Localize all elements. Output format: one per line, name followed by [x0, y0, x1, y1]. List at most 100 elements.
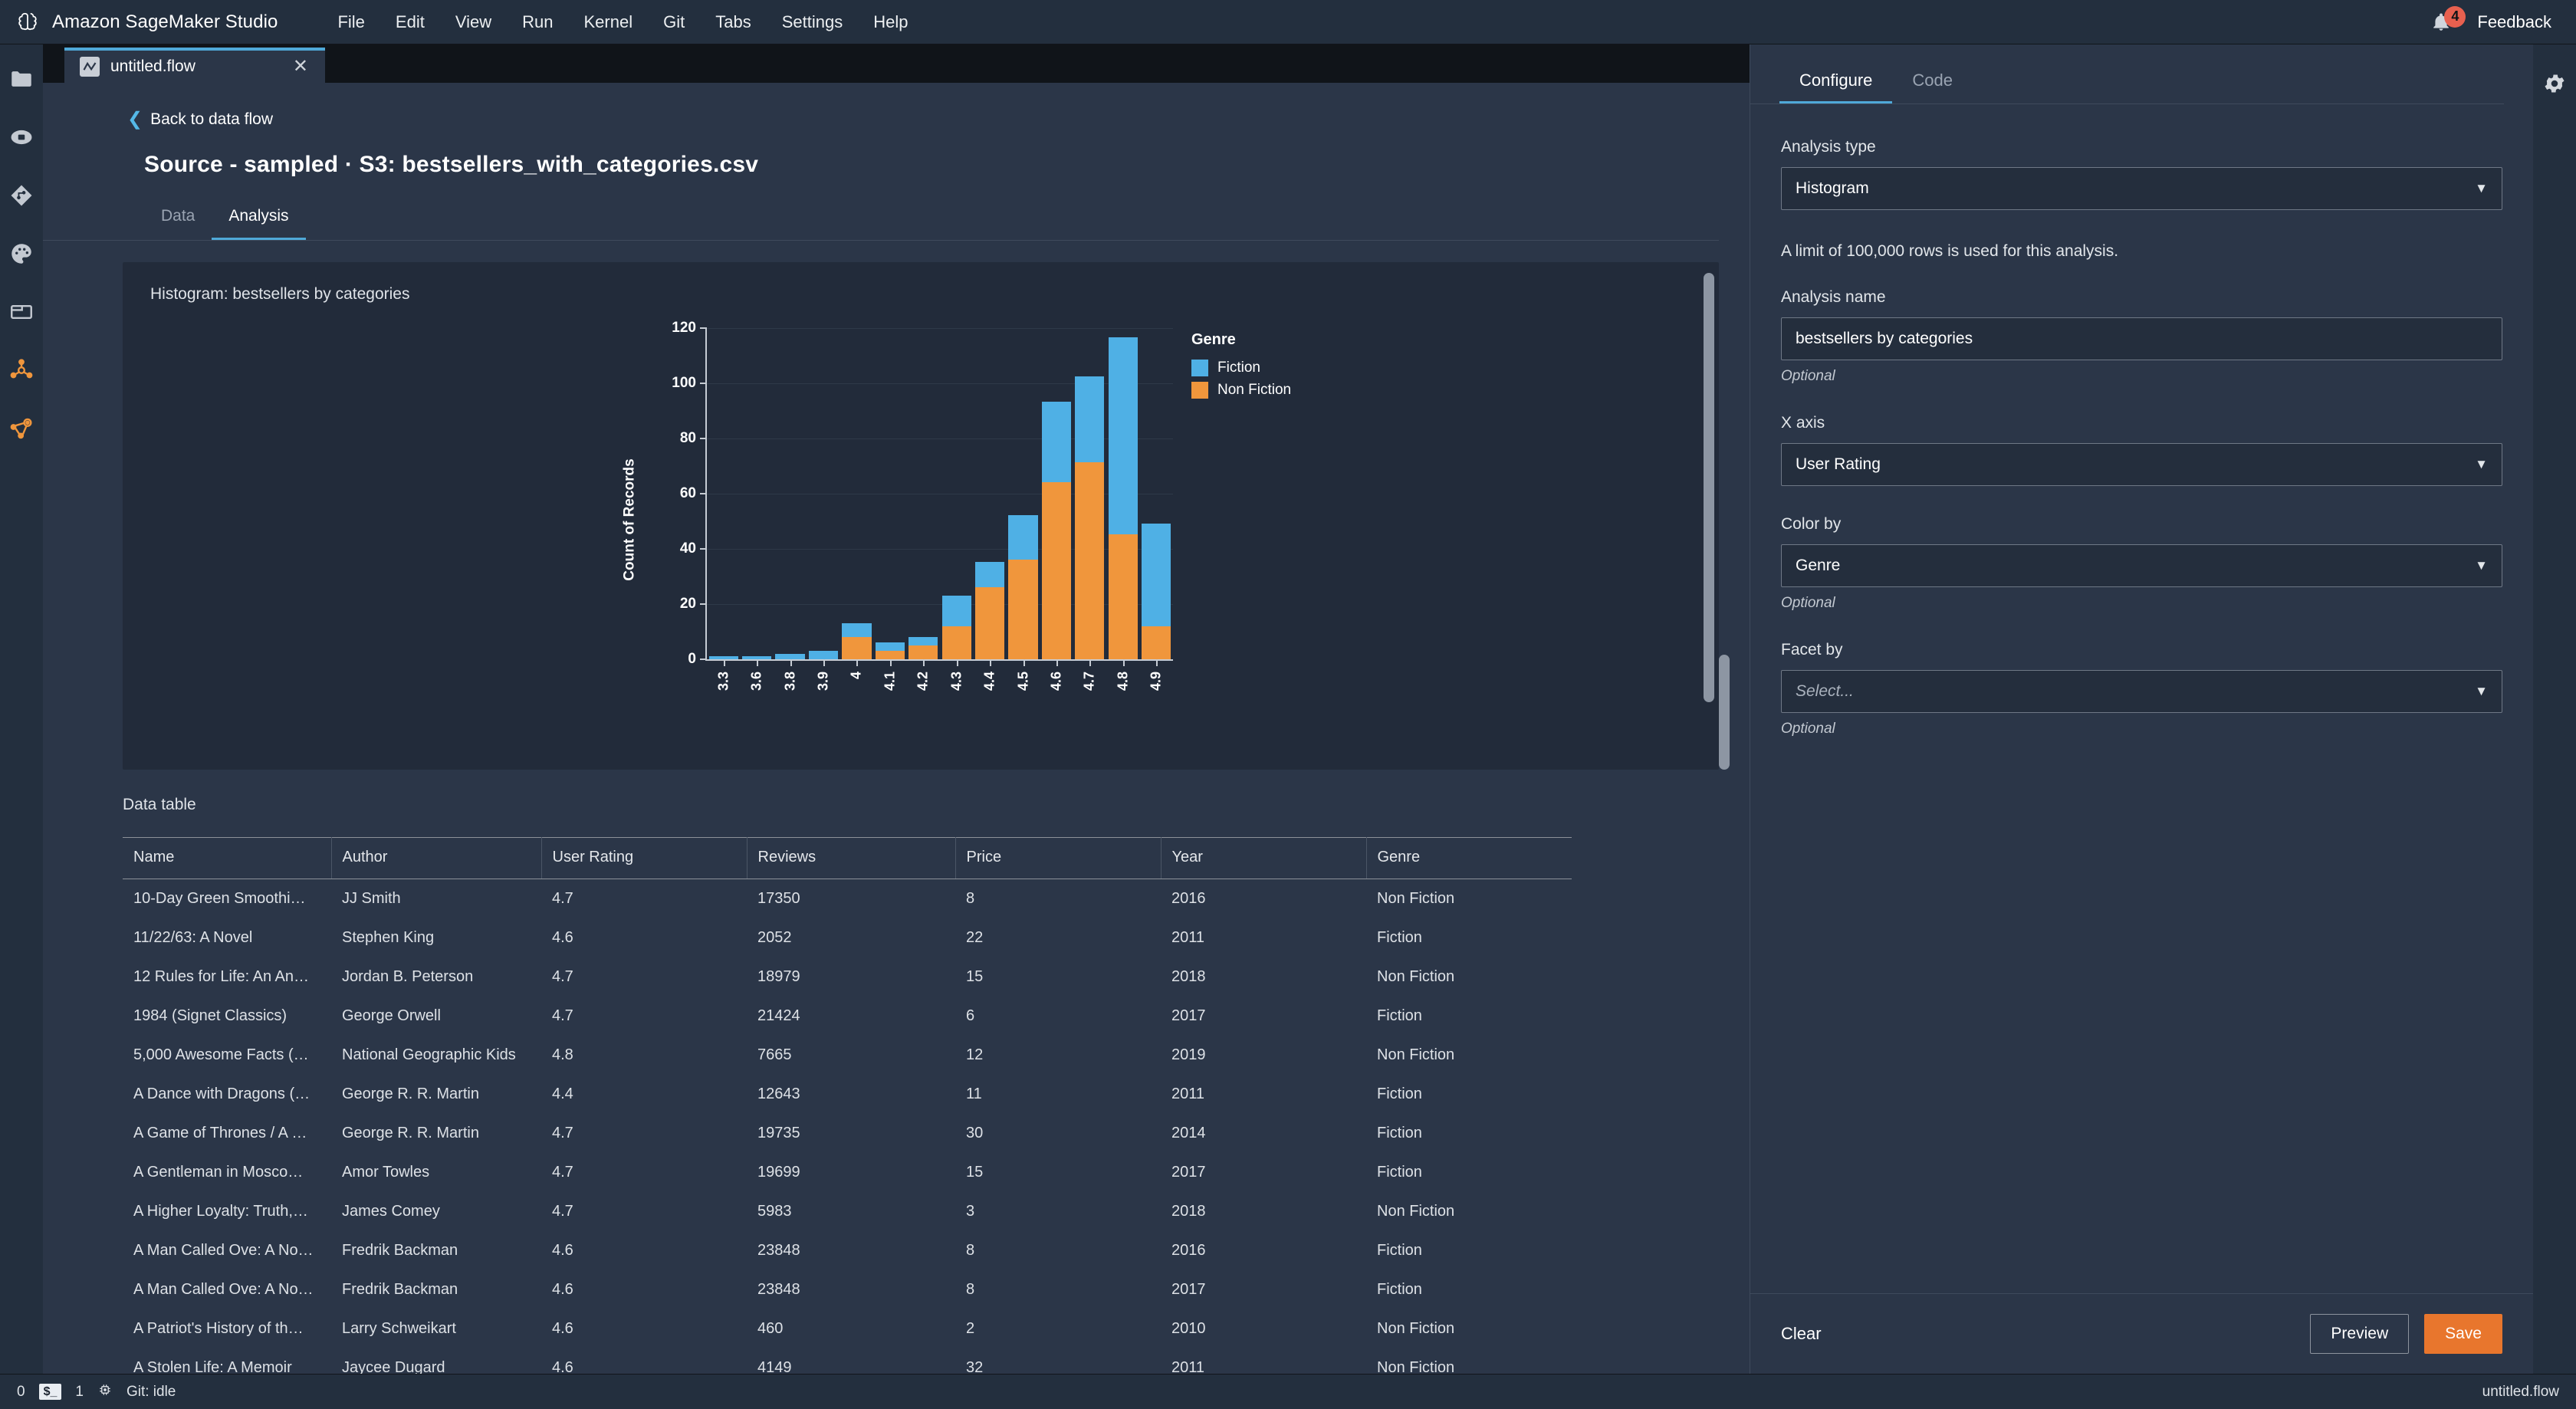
notifications-button[interactable]: 4: [2431, 5, 2466, 32]
table-column-header[interactable]: Author: [331, 837, 542, 879]
table-column-header[interactable]: Reviews: [747, 837, 956, 879]
bar-slot[interactable]: 3.6: [740, 328, 773, 691]
legend-item-non-fiction: Non Fiction: [1191, 382, 1368, 399]
table-column-header[interactable]: User Rating: [541, 837, 748, 879]
clear-button[interactable]: Clear: [1781, 1324, 1822, 1344]
x-axis-tick: 4.3: [948, 672, 964, 691]
stacked-bar[interactable]: [1108, 337, 1138, 659]
components-icon[interactable]: [7, 356, 36, 385]
bar-slot[interactable]: 4.4: [973, 328, 1006, 691]
tab-configure[interactable]: Configure: [1779, 71, 1893, 103]
table-row[interactable]: 5,000 Awesome Facts (… National Geographi…: [123, 1036, 1572, 1075]
table-row[interactable]: A Game of Thrones / A … George R. R. Mart…: [123, 1114, 1572, 1153]
stacked-bar[interactable]: [775, 653, 805, 659]
stacked-bar[interactable]: [875, 642, 905, 659]
table-cell: 6: [966, 1007, 975, 1024]
folder-icon[interactable]: [7, 64, 36, 94]
stacked-bar[interactable]: [909, 637, 938, 659]
plot-canvas: 0 20 40 60 80 100 120 3.3 3.6 3.8 3.9 4 4.1 4.2 4.3 4.…: [672, 320, 1291, 691]
tab-analysis[interactable]: Analysis: [212, 207, 306, 240]
close-icon[interactable]: ✕: [290, 57, 311, 76]
menu-git[interactable]: Git: [648, 8, 700, 37]
bar-slot[interactable]: 4.6: [1040, 328, 1073, 691]
x-axis-select[interactable]: User Rating ▼: [1781, 443, 2502, 486]
palette-icon[interactable]: [7, 239, 36, 268]
stacked-bar[interactable]: [1142, 523, 1171, 659]
tab-data[interactable]: Data: [144, 207, 212, 240]
menu-tabs[interactable]: Tabs: [700, 8, 766, 37]
table-row[interactable]: A Stolen Life: A Memoir Jaycee Dugard 4.6 4…: [123, 1348, 1572, 1374]
table-cell: Fiction: [1377, 1242, 1422, 1259]
table-cell: A Dance with Dragons (…: [133, 1085, 310, 1102]
table-row[interactable]: A Man Called Ove: A No… Fredrik Backman 4.…: [123, 1270, 1572, 1309]
bar-slot[interactable]: 4: [840, 328, 873, 679]
table-row[interactable]: A Gentleman in Mosco… Amor Towles 4.7 19699…: [123, 1153, 1572, 1192]
stacked-bar[interactable]: [842, 623, 872, 659]
chart-card-scrollbar[interactable]: [1704, 273, 1714, 702]
terminal-icon[interactable]: $_: [38, 1383, 62, 1401]
table-scrollbar[interactable]: [1719, 655, 1730, 770]
table-column-header[interactable]: Price: [955, 837, 1162, 879]
table-row[interactable]: A Patriot's History of th… Larry Schweika…: [123, 1309, 1572, 1348]
bar-slot[interactable]: 4.1: [873, 328, 906, 691]
menu-edit[interactable]: Edit: [380, 8, 440, 37]
bar-slot[interactable]: 4.5: [1007, 328, 1040, 691]
bar-slot[interactable]: 3.8: [774, 328, 807, 691]
table-cell: 2018: [1171, 968, 1206, 985]
save-button[interactable]: Save: [2424, 1314, 2502, 1354]
gear-icon[interactable]: [2540, 69, 2569, 98]
data-table-section: Data table Name Author User Rating Reviews P…: [123, 796, 1719, 1374]
stacked-bar[interactable]: [808, 651, 839, 659]
menu-kernel[interactable]: Kernel: [569, 8, 649, 37]
tabs-icon[interactable]: [7, 297, 36, 327]
facet-by-select[interactable]: Select... ▼: [1781, 670, 2502, 713]
table-column-header[interactable]: Year: [1161, 837, 1367, 879]
table-row[interactable]: A Higher Loyalty: Truth,… James Comey 4.7 5…: [123, 1192, 1572, 1231]
tab-untitled-flow[interactable]: untitled.flow ✕: [64, 48, 325, 83]
menu-view[interactable]: View: [440, 8, 507, 37]
bar-slot[interactable]: 3.9: [807, 328, 840, 691]
menu-run[interactable]: Run: [507, 8, 568, 37]
table-row[interactable]: 12 Rules for Life: An An… Jordan B. Peter…: [123, 957, 1572, 997]
table-cell: 2: [966, 1320, 975, 1337]
bar-slot[interactable]: 4.3: [940, 328, 973, 691]
table-cell: 4.4: [552, 1085, 573, 1102]
table-column-header[interactable]: Genre: [1366, 837, 1572, 879]
menu-settings[interactable]: Settings: [767, 8, 859, 37]
table-row[interactable]: 11/22/63: A Novel Stephen King 4.6 2052 22 20…: [123, 918, 1572, 957]
table-cell: 4.7: [552, 1203, 573, 1220]
bar-slot[interactable]: 4.2: [907, 328, 940, 691]
menu-help[interactable]: Help: [858, 8, 923, 37]
preview-button[interactable]: Preview: [2310, 1314, 2410, 1354]
pipelines-icon[interactable]: [7, 414, 36, 443]
configure-panel-tabs: Configure Code: [1750, 44, 2504, 104]
table-row[interactable]: 1984 (Signet Classics) George Orwell 4.7 21…: [123, 997, 1572, 1036]
git-icon[interactable]: [7, 181, 36, 210]
bar-slot[interactable]: 4.7: [1073, 328, 1106, 691]
table-column-header[interactable]: Name: [123, 837, 332, 879]
table-row[interactable]: 10-Day Green Smoothi… JJ Smith 4.7 17350 8 20…: [123, 879, 1572, 919]
stacked-bar[interactable]: [974, 562, 1005, 659]
stacked-bar[interactable]: [941, 595, 971, 659]
breadcrumb[interactable]: ❮ Back to data flow: [43, 83, 1750, 129]
bar-slot[interactable]: 3.3: [707, 328, 740, 691]
stacked-bar[interactable]: [1075, 376, 1105, 659]
stacked-bar[interactable]: [1008, 514, 1038, 659]
bar-slot[interactable]: 4.8: [1106, 328, 1139, 691]
tab-code[interactable]: Code: [1892, 71, 1973, 103]
bar-slot[interactable]: 4.9: [1139, 328, 1172, 691]
git-status[interactable]: Git: idle: [127, 1384, 176, 1401]
bar-segment-non-fiction: [1075, 462, 1105, 659]
table-row[interactable]: A Man Called Ove: A No… Fredrik Backman 4.…: [123, 1231, 1572, 1270]
running-icon[interactable]: [7, 123, 36, 152]
table-row[interactable]: A Dance with Dragons (… George R. R. Mart…: [123, 1075, 1572, 1114]
feedback-link[interactable]: Feedback: [2477, 12, 2551, 32]
stacked-bar[interactable]: [1041, 401, 1072, 659]
table-cell: Fredrik Backman: [342, 1281, 458, 1298]
color-by-select[interactable]: Genre ▼: [1781, 544, 2502, 587]
analysis-type-select[interactable]: Histogram ▼: [1781, 167, 2502, 210]
table-cell: A Patriot's History of th…: [133, 1320, 304, 1337]
row-limit-note: A limit of 100,000 rows is used for this…: [1781, 242, 2119, 260]
menu-file[interactable]: File: [322, 8, 380, 37]
analysis-name-input[interactable]: bestsellers by categories: [1781, 317, 2502, 360]
